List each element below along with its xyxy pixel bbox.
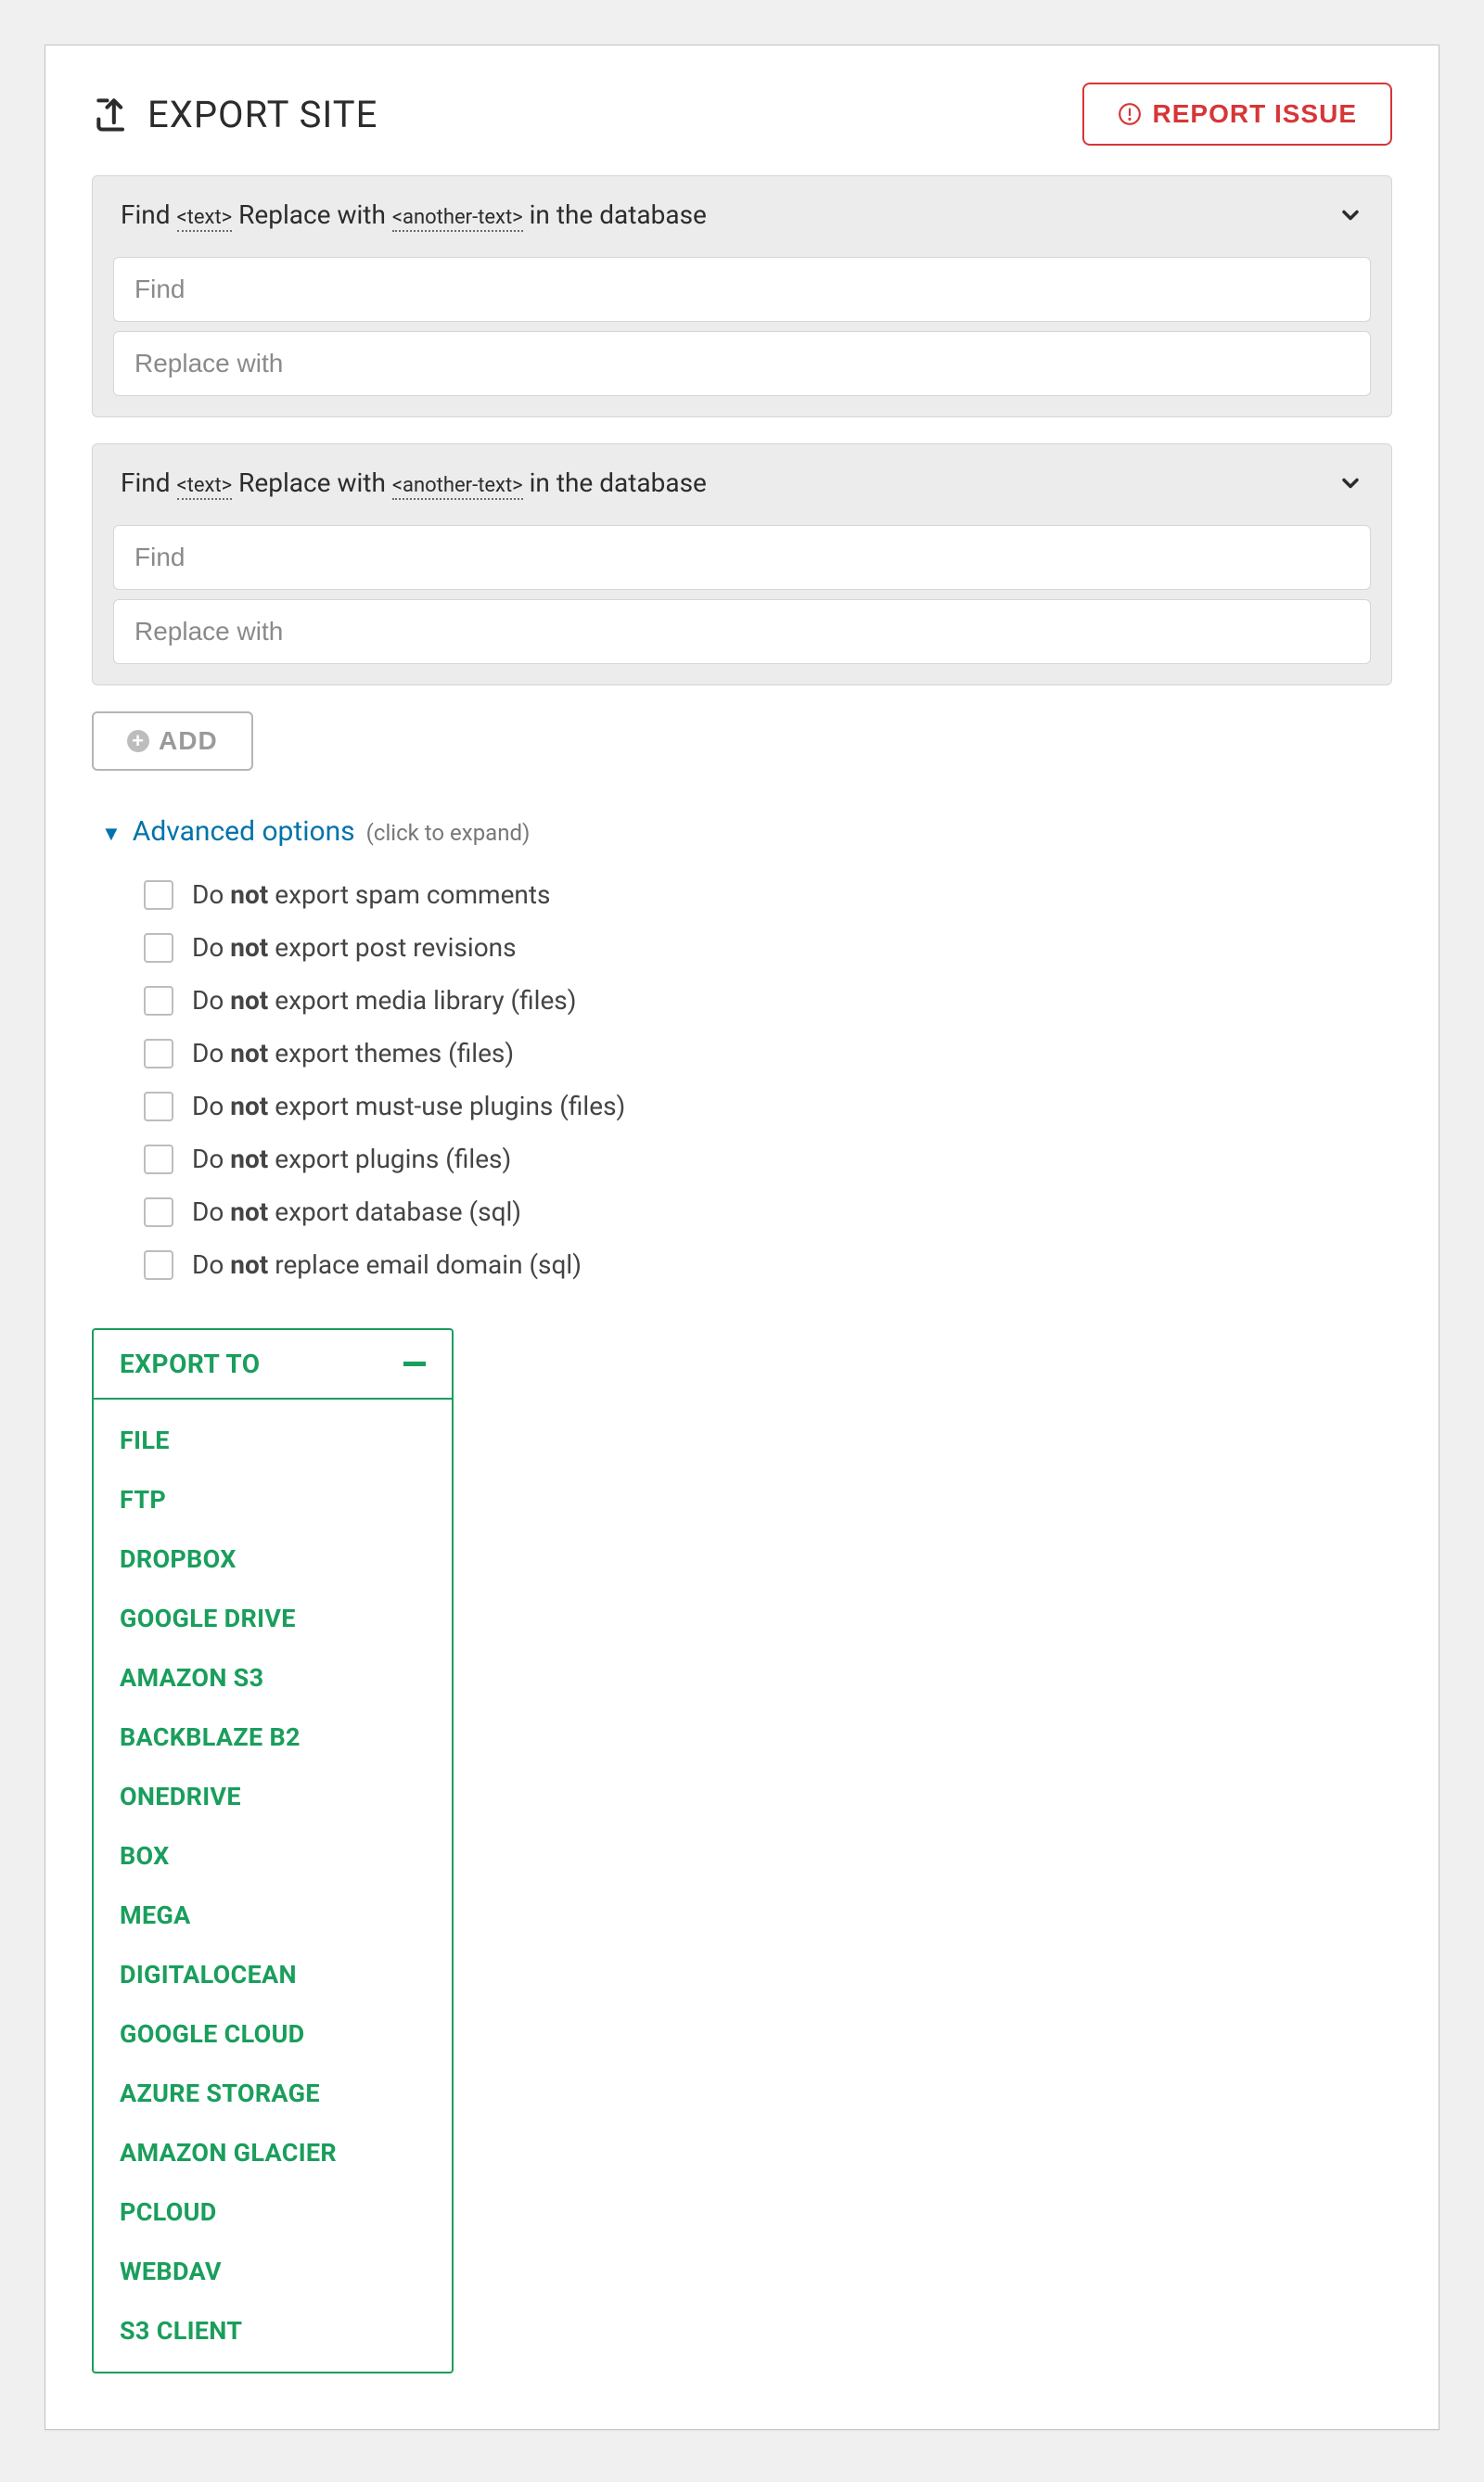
advanced-option-0[interactable]: Do not export spam comments (144, 868, 1392, 921)
advanced-option-label: Do not export plugins (files) (192, 1144, 511, 1174)
advanced-option-checkbox-6[interactable] (144, 1197, 173, 1227)
export-destination-item[interactable]: DIGITALOCEAN (94, 1945, 452, 2004)
export-destination-item[interactable]: DROPBOX (94, 1529, 452, 1589)
export-destination-item[interactable]: AMAZON GLACIER (94, 2123, 452, 2182)
export-destination-item[interactable]: AMAZON S3 (94, 1648, 452, 1708)
find-replace-group-2: Find <text> Replace with <another-text> … (92, 443, 1392, 685)
advanced-option-checkbox-2[interactable] (144, 986, 173, 1016)
export-destination-list: FILEFTPDROPBOXGOOGLE DRIVEAMAZON S3BACKB… (94, 1400, 452, 2372)
alert-icon (1118, 102, 1142, 126)
advanced-option-4[interactable]: Do not export must-use plugins (files) (144, 1080, 1392, 1132)
advanced-option-label: Do not export themes (files) (192, 1038, 514, 1068)
minus-icon (403, 1362, 426, 1366)
export-destination-item[interactable]: PCLOUD (94, 2182, 452, 2242)
advanced-option-5[interactable]: Do not export plugins (files) (144, 1132, 1392, 1185)
advanced-option-7[interactable]: Do not replace email domain (sql) (144, 1238, 1392, 1291)
find-input-2[interactable] (113, 525, 1371, 590)
plus-icon: + (127, 730, 149, 752)
export-destination-item[interactable]: BOX (94, 1826, 452, 1886)
export-destination-item[interactable]: FTP (94, 1470, 452, 1529)
export-destination-item[interactable]: BACKBLAZE B2 (94, 1708, 452, 1767)
advanced-option-label: Do not export spam comments (192, 879, 551, 910)
export-destination-item[interactable]: S3 CLIENT (94, 2301, 452, 2360)
replace-input-2[interactable] (113, 599, 1371, 664)
advanced-option-2[interactable]: Do not export media library (files) (144, 974, 1392, 1027)
advanced-option-checkbox-1[interactable] (144, 933, 173, 963)
advanced-option-checkbox-4[interactable] (144, 1092, 173, 1121)
advanced-option-checkbox-7[interactable] (144, 1250, 173, 1280)
find-input-1[interactable] (113, 257, 1371, 322)
export-icon (92, 94, 133, 134)
advanced-option-3[interactable]: Do not export themes (files) (144, 1027, 1392, 1080)
add-button[interactable]: + ADD (92, 711, 253, 771)
advanced-option-label: Do not export media library (files) (192, 985, 577, 1016)
advanced-option-checkbox-5[interactable] (144, 1145, 173, 1174)
export-destination-item[interactable]: AZURE STORAGE (94, 2064, 452, 2123)
chevron-down-icon (1337, 202, 1363, 228)
advanced-option-checkbox-0[interactable] (144, 880, 173, 910)
advanced-option-6[interactable]: Do not export database (sql) (144, 1185, 1392, 1238)
advanced-option-checkbox-3[interactable] (144, 1039, 173, 1068)
find-replace-toggle-1[interactable]: Find <text> Replace with <another-text> … (113, 197, 1371, 248)
advanced-options-toggle[interactable]: ▼ Advanced options (click to expand) (92, 815, 1392, 848)
export-destination-item[interactable]: MEGA (94, 1886, 452, 1945)
export-destination-item[interactable]: ONEDRIVE (94, 1767, 452, 1826)
export-destination-item[interactable]: GOOGLE DRIVE (94, 1589, 452, 1648)
export-destination-item[interactable]: FILE (94, 1411, 452, 1470)
find-replace-toggle-2[interactable]: Find <text> Replace with <another-text> … (113, 465, 1371, 516)
advanced-option-label: Do not export post revisions (192, 932, 517, 963)
export-site-panel: EXPORT SITE REPORT ISSUE Find <text> Rep… (45, 45, 1439, 2430)
chevron-down-icon (1337, 470, 1363, 496)
advanced-option-label: Do not export must-use plugins (files) (192, 1091, 625, 1121)
export-destination-item[interactable]: WEBDAV (94, 2242, 452, 2301)
page-title-text: EXPORT SITE (147, 93, 377, 136)
export-to-dropdown: EXPORT TO FILEFTPDROPBOXGOOGLE DRIVEAMAZ… (92, 1328, 454, 2373)
triangle-down-icon: ▼ (101, 822, 122, 846)
page-title: EXPORT SITE (92, 93, 377, 136)
find-replace-group-1: Find <text> Replace with <another-text> … (92, 175, 1392, 417)
report-issue-button[interactable]: REPORT ISSUE (1082, 83, 1392, 146)
replace-input-1[interactable] (113, 331, 1371, 396)
advanced-options-list: Do not export spam comments Do not export… (92, 868, 1392, 1291)
advanced-option-label: Do not export database (sql) (192, 1196, 521, 1227)
advanced-option-1[interactable]: Do not export post revisions (144, 921, 1392, 974)
export-to-toggle[interactable]: EXPORT TO (94, 1330, 452, 1400)
advanced-option-label: Do not replace email domain (sql) (192, 1249, 582, 1280)
panel-header: EXPORT SITE REPORT ISSUE (92, 83, 1392, 146)
export-destination-item[interactable]: GOOGLE CLOUD (94, 2004, 452, 2064)
